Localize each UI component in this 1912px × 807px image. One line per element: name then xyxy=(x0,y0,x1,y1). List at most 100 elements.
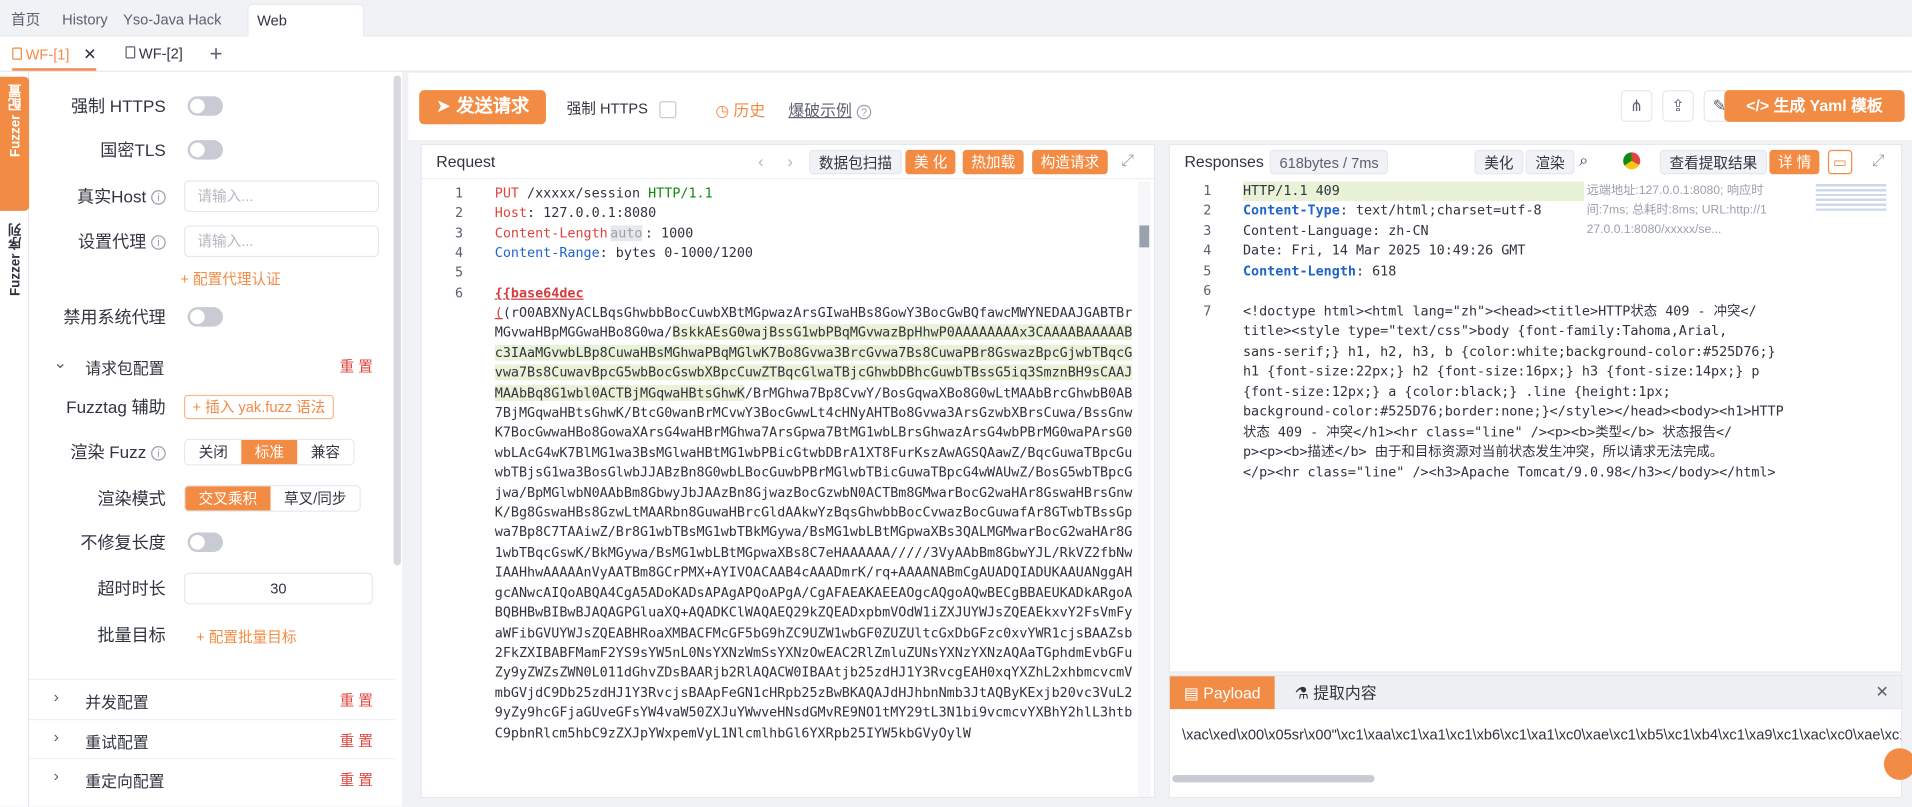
real-host-input[interactable]: 请输入... xyxy=(184,180,379,213)
request-editor[interactable]: 1 PUT /xxxxx/session HTTP/1.1 2 Host: 12… xyxy=(422,181,1154,797)
reset-link[interactable]: 重 置 xyxy=(340,690,373,711)
gm-tls-label: 国密TLS xyxy=(100,140,166,160)
timeout-input[interactable]: 30 xyxy=(184,572,373,605)
redirect-section[interactable]: › 重定向配置 重 置 xyxy=(29,757,395,797)
tab-home[interactable]: 首页 xyxy=(2,4,48,37)
fuzztag-row: Fuzztag 辅助 + 插入 yak.fuzz 语法 xyxy=(29,391,395,423)
req-pkg-config-section[interactable]: ⌄ 请求包配置 重 置 xyxy=(29,346,395,385)
details-button[interactable]: 详 情 xyxy=(1769,149,1820,175)
chevron-down-icon: ⌄ xyxy=(53,353,67,372)
code-icon: </> xyxy=(1746,96,1774,115)
extract-tab-label: 提取内容 xyxy=(1313,683,1377,702)
search-icon[interactable]: ⌕ xyxy=(1579,151,1588,170)
line-number: 2 xyxy=(1203,202,1212,219)
gm-tls-toggle[interactable] xyxy=(187,140,224,160)
line-number: 5 xyxy=(1203,263,1212,280)
fuzzer-config-panel: 强制 HTTPS 国密TLS 真实Host i 请输入... 设置代理 i 请输入.… xyxy=(29,71,403,807)
file-icon xyxy=(125,46,136,59)
minimap[interactable] xyxy=(1815,181,1887,211)
no-fix-length-toggle[interactable] xyxy=(187,532,224,553)
add-tab-icon[interactable]: + xyxy=(210,37,223,72)
reset-link[interactable]: 重 置 xyxy=(340,730,373,751)
share-icon[interactable]: ⋔ xyxy=(1620,90,1653,122)
hot-reload-button[interactable]: 热加载 xyxy=(962,149,1024,175)
batch-target-label: 批量目标 xyxy=(97,625,166,645)
force-https-toggle[interactable] xyxy=(187,96,224,116)
file-icon xyxy=(12,47,22,60)
comment-icon[interactable]: ▭ xyxy=(1827,149,1853,175)
concurrency-title: 并发配置 xyxy=(85,693,149,712)
request-header: Request ‹ › 数据包扫描 美 化 热加载 构造请求 ⤢ xyxy=(421,145,1155,180)
disable-sys-proxy-label: 禁用系统代理 xyxy=(63,307,166,327)
proxy-input[interactable]: 请输入... xyxy=(184,225,379,258)
render-off-option[interactable]: 关闭 xyxy=(185,439,242,465)
side-tab-fuzzer-config[interactable]: Fuzzer 配置 xyxy=(0,76,30,211)
assistant-mascot-icon[interactable] xyxy=(1883,748,1912,780)
chevron-right-icon[interactable]: › xyxy=(787,151,793,170)
header-line: Content-Length: 618 xyxy=(1243,262,1396,282)
send-icon: ➤ xyxy=(435,96,457,117)
fullscreen-icon[interactable]: ⤢ xyxy=(1121,151,1134,170)
payload-tab-bar: ▤ Payload ⚗ 提取内容 ✕ xyxy=(1168,675,1903,710)
response-header: Responses 618bytes / 7ms 美化 渲染 ⌕ 查看提取结果 … xyxy=(1168,143,1903,178)
response-beautify-button[interactable]: 美化 xyxy=(1474,149,1524,175)
left-panel-scrollbar[interactable] xyxy=(393,75,401,566)
view-extract-button[interactable]: 查看提取结果 xyxy=(1659,149,1767,175)
chrome-icon[interactable] xyxy=(1623,152,1641,170)
blast-example-link[interactable]: 爆破示例? xyxy=(788,97,872,120)
disable-sys-proxy-toggle[interactable] xyxy=(187,307,224,327)
header-line: Date: Fri, 14 Mar 2025 10:49:26 GMT xyxy=(1242,242,1526,259)
header-line: Content-Range: bytes 0-1000/1200 xyxy=(495,244,753,264)
html-body-line: p><p><b>描述</b> 由于和目标资源对当前状态发生冲突，所以请求无法完成… xyxy=(1242,443,1724,460)
tab-history[interactable]: History xyxy=(54,4,117,37)
render-compat-option[interactable]: 兼容 xyxy=(297,439,354,465)
history-button[interactable]: ◷ 历史 xyxy=(715,97,765,120)
render-fuzz-text: 渲染 Fuzz xyxy=(70,442,147,462)
hint-line: 27.0.0.1:8080/xxxxx/se... xyxy=(1586,223,1722,237)
subtab-wf-1[interactable]: WF-[1] ✕ xyxy=(12,37,97,71)
retry-section[interactable]: › 重试配置 重 置 xyxy=(29,718,395,758)
send-request-button[interactable]: ➤ 发送请求 xyxy=(419,90,546,125)
generate-yaml-button[interactable]: </> 生成 Yaml 模板 xyxy=(1724,90,1905,122)
payload-scrollbar[interactable] xyxy=(1172,775,1375,783)
render-standard-option[interactable]: 标准 xyxy=(241,439,298,465)
header-line: Content-Language: zh-CN xyxy=(1242,223,1429,239)
subtab-wf-2[interactable]: WF-[2] xyxy=(125,37,183,72)
fullscreen-icon[interactable]: ⤢ xyxy=(1872,151,1885,170)
render-mode-row: 渲染模式 交叉乘积 草叉/同步 xyxy=(29,483,395,515)
reset-link[interactable]: 重 置 xyxy=(340,769,373,790)
no-fix-length-row: 不修复长度 xyxy=(29,526,395,558)
mode-pitchfork-option[interactable]: 草叉/同步 xyxy=(270,486,360,511)
proxy-auth-link[interactable]: + 配置代理认证 xyxy=(180,268,280,289)
html-body-line: 状态 409 - 冲突</h1><hr class="line" /><p><b… xyxy=(1242,424,1733,440)
side-tab-fuzzer-sequence[interactable]: Fuzzer 序列 xyxy=(0,218,29,328)
info-icon: i xyxy=(151,446,166,461)
http-protocol: HTTP/1.1 xyxy=(648,185,713,202)
insert-yak-fuzz-button[interactable]: + 插入 yak.fuzz 语法 xyxy=(184,394,334,420)
packet-scan-button[interactable]: 数据包扫描 xyxy=(809,149,902,175)
tab-history-label: History xyxy=(62,10,108,29)
tab-web-fuzzer[interactable]: Web Fuzzer✕ xyxy=(247,3,365,63)
redirect-title: 重定向配置 xyxy=(85,772,165,791)
extract-tab[interactable]: ⚗ 提取内容 xyxy=(1277,676,1394,709)
batch-target-config-link[interactable]: + 配置批量目标 xyxy=(196,626,296,647)
render-button[interactable]: 渲染 xyxy=(1525,149,1575,175)
payload-tab[interactable]: ▤ Payload xyxy=(1169,676,1275,710)
force-https-checkbox[interactable] xyxy=(659,100,677,118)
reset-link[interactable]: 重 置 xyxy=(340,356,373,377)
blast-example-label: 爆破示例 xyxy=(788,101,852,120)
concurrency-section[interactable]: › 并发配置 重 置 xyxy=(29,678,395,718)
tab-yso-java-hack[interactable]: Yso-Java Hack xyxy=(115,4,230,37)
close-icon[interactable]: ✕ xyxy=(1876,682,1889,701)
chevron-left-icon[interactable]: ‹ xyxy=(758,151,764,170)
close-icon[interactable]: ✕ xyxy=(83,45,96,63)
response-editor[interactable]: 1 HTTP/1.1 409 2 Content-Type: text/html… xyxy=(1170,181,1901,672)
request-scrollbar[interactable] xyxy=(1138,181,1151,797)
build-request-button[interactable]: 构造请求 xyxy=(1032,149,1108,175)
render-mode-label: 渲染模式 xyxy=(97,488,166,509)
beautify-button[interactable]: 美 化 xyxy=(905,149,956,175)
export-icon[interactable]: ⇪ xyxy=(1662,90,1694,122)
mode-cross-product-option[interactable]: 交叉乘积 xyxy=(185,486,271,511)
top-tab-bar: 首页 History Yso-Java Hack Web Fuzzer✕ xyxy=(0,0,1912,63)
flask-icon: ⚗ xyxy=(1294,683,1314,702)
